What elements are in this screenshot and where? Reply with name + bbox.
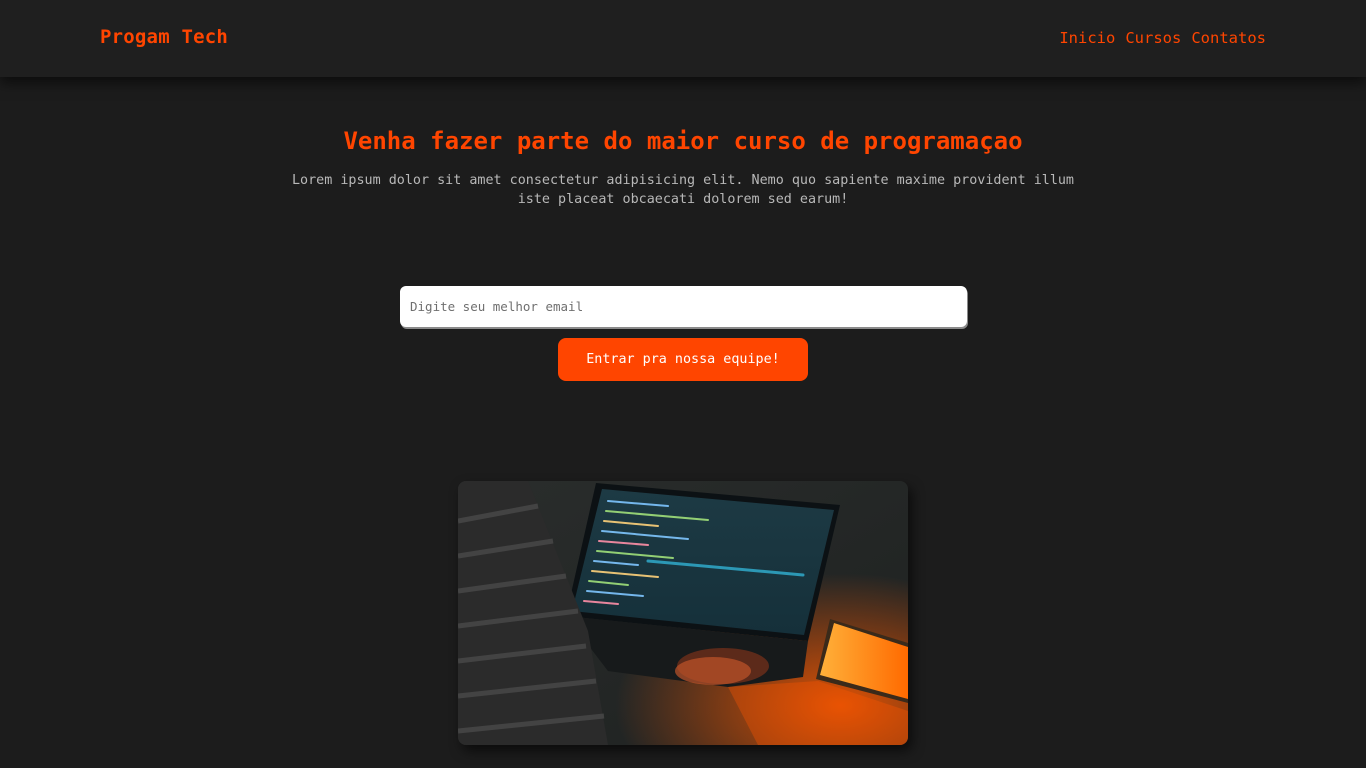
nav-link-contatos[interactable]: Contatos (1191, 29, 1266, 47)
hero-subtitle: Lorem ipsum dolor sit amet consectetur a… (292, 173, 1074, 207)
email-input[interactable] (400, 286, 967, 327)
hero-title: Venha fazer parte do maior curso de prog… (343, 127, 1023, 155)
nav-link-cursos[interactable]: Cursos (1125, 29, 1181, 47)
brand-logo[interactable]: Progam Tech (100, 26, 228, 48)
hero-image (458, 481, 908, 745)
nav-link-inicio[interactable]: Inicio (1059, 29, 1115, 47)
site-header: Progam Tech Inicio Cursos Contatos (0, 0, 1366, 77)
person-coding-laptop-icon (458, 481, 908, 745)
main-nav: Inicio Cursos Contatos (1059, 29, 1266, 47)
join-team-button[interactable]: Entrar pra nossa equipe! (558, 338, 808, 381)
